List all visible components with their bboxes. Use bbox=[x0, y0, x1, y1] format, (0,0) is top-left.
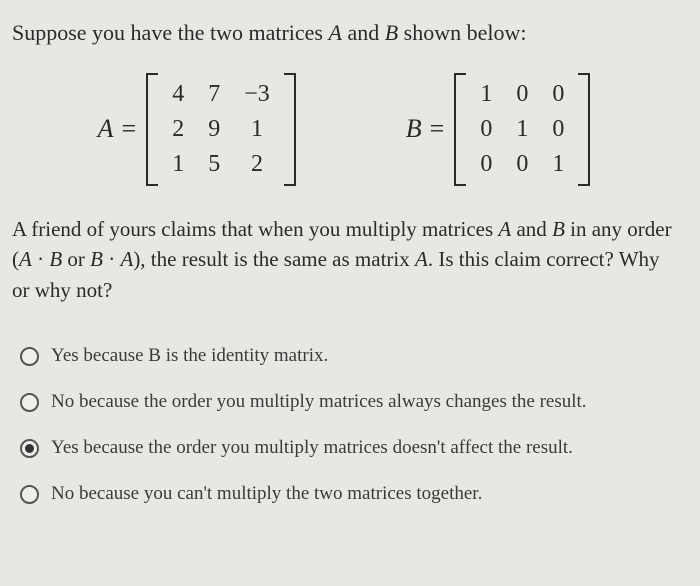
option-label: Yes because B is the identity matrix. bbox=[51, 345, 328, 367]
q-part: and bbox=[511, 217, 552, 241]
matrices-row: A = 4 7 −3 2 9 1 1 5 bbox=[12, 73, 676, 186]
question-page: Suppose you have the two matrices A and … bbox=[0, 0, 700, 549]
q-var: B bbox=[49, 247, 62, 271]
q-var: A bbox=[120, 247, 133, 271]
matrix-cell: 4 bbox=[160, 77, 196, 112]
intro-text-part: shown below: bbox=[398, 20, 526, 45]
q-part: ), the result is the same as matrix bbox=[133, 247, 415, 271]
matrix-b-block: B = 1 0 0 0 1 0 0 0 bbox=[406, 73, 591, 186]
matrix-cell: 7 bbox=[196, 77, 232, 112]
intro-text: Suppose you have the two matrices A and … bbox=[12, 18, 676, 49]
intro-text-part: and bbox=[342, 20, 385, 45]
matrix-b-name: B bbox=[406, 114, 422, 144]
matrix-cell: 0 bbox=[468, 112, 504, 147]
option-4[interactable]: No because you can't multiply the two ma… bbox=[20, 483, 676, 505]
radio-icon[interactable] bbox=[20, 347, 39, 366]
q-var: A bbox=[415, 247, 428, 271]
matrix-a-name: A bbox=[98, 114, 114, 144]
matrix-cell: 0 bbox=[540, 77, 576, 112]
q-part: A friend of yours claims that when you m… bbox=[12, 217, 498, 241]
q-part: · bbox=[103, 247, 121, 271]
question-text: A friend of yours claims that when you m… bbox=[12, 214, 676, 305]
q-var: B bbox=[90, 247, 103, 271]
matrix-cell: 0 bbox=[504, 147, 540, 182]
matrix-cell: 1 bbox=[540, 147, 576, 182]
matrix-b: 1 0 0 0 1 0 0 0 1 bbox=[454, 73, 590, 186]
option-1[interactable]: Yes because B is the identity matrix. bbox=[20, 345, 676, 367]
option-2[interactable]: No because the order you multiply matric… bbox=[20, 391, 676, 413]
matrix-cell: 2 bbox=[232, 147, 282, 182]
matrix-a-block: A = 4 7 −3 2 9 1 1 5 bbox=[98, 73, 296, 186]
equals-sign: = bbox=[122, 114, 137, 144]
q-part: · bbox=[32, 247, 50, 271]
matrix-cell: 1 bbox=[232, 112, 282, 147]
equals-sign: = bbox=[430, 114, 445, 144]
matrix-cell: 0 bbox=[504, 77, 540, 112]
option-label: No because you can't multiply the two ma… bbox=[51, 483, 482, 505]
option-label: Yes because the order you multiply matri… bbox=[51, 437, 573, 459]
radio-icon[interactable] bbox=[20, 439, 39, 458]
options-group: Yes because B is the identity matrix. No… bbox=[12, 345, 676, 505]
matrix-a: 4 7 −3 2 9 1 1 5 2 bbox=[146, 73, 296, 186]
intro-text-part: Suppose you have the two matrices bbox=[12, 20, 329, 45]
var-b: B bbox=[385, 20, 398, 45]
matrix-cell: 1 bbox=[504, 112, 540, 147]
var-a: A bbox=[329, 20, 342, 45]
matrix-cell: 1 bbox=[160, 147, 196, 182]
matrix-cell: 9 bbox=[196, 112, 232, 147]
q-part: or bbox=[62, 247, 90, 271]
radio-icon[interactable] bbox=[20, 393, 39, 412]
matrix-cell: 2 bbox=[160, 112, 196, 147]
matrix-cell: 0 bbox=[468, 147, 504, 182]
q-var: A bbox=[19, 247, 32, 271]
q-var: A bbox=[498, 217, 511, 241]
matrix-cell: 0 bbox=[540, 112, 576, 147]
option-3[interactable]: Yes because the order you multiply matri… bbox=[20, 437, 676, 459]
matrix-cell: 5 bbox=[196, 147, 232, 182]
option-label: No because the order you multiply matric… bbox=[51, 391, 587, 413]
radio-icon[interactable] bbox=[20, 485, 39, 504]
q-var: B bbox=[552, 217, 565, 241]
matrix-cell: −3 bbox=[232, 77, 282, 112]
matrix-cell: 1 bbox=[468, 77, 504, 112]
